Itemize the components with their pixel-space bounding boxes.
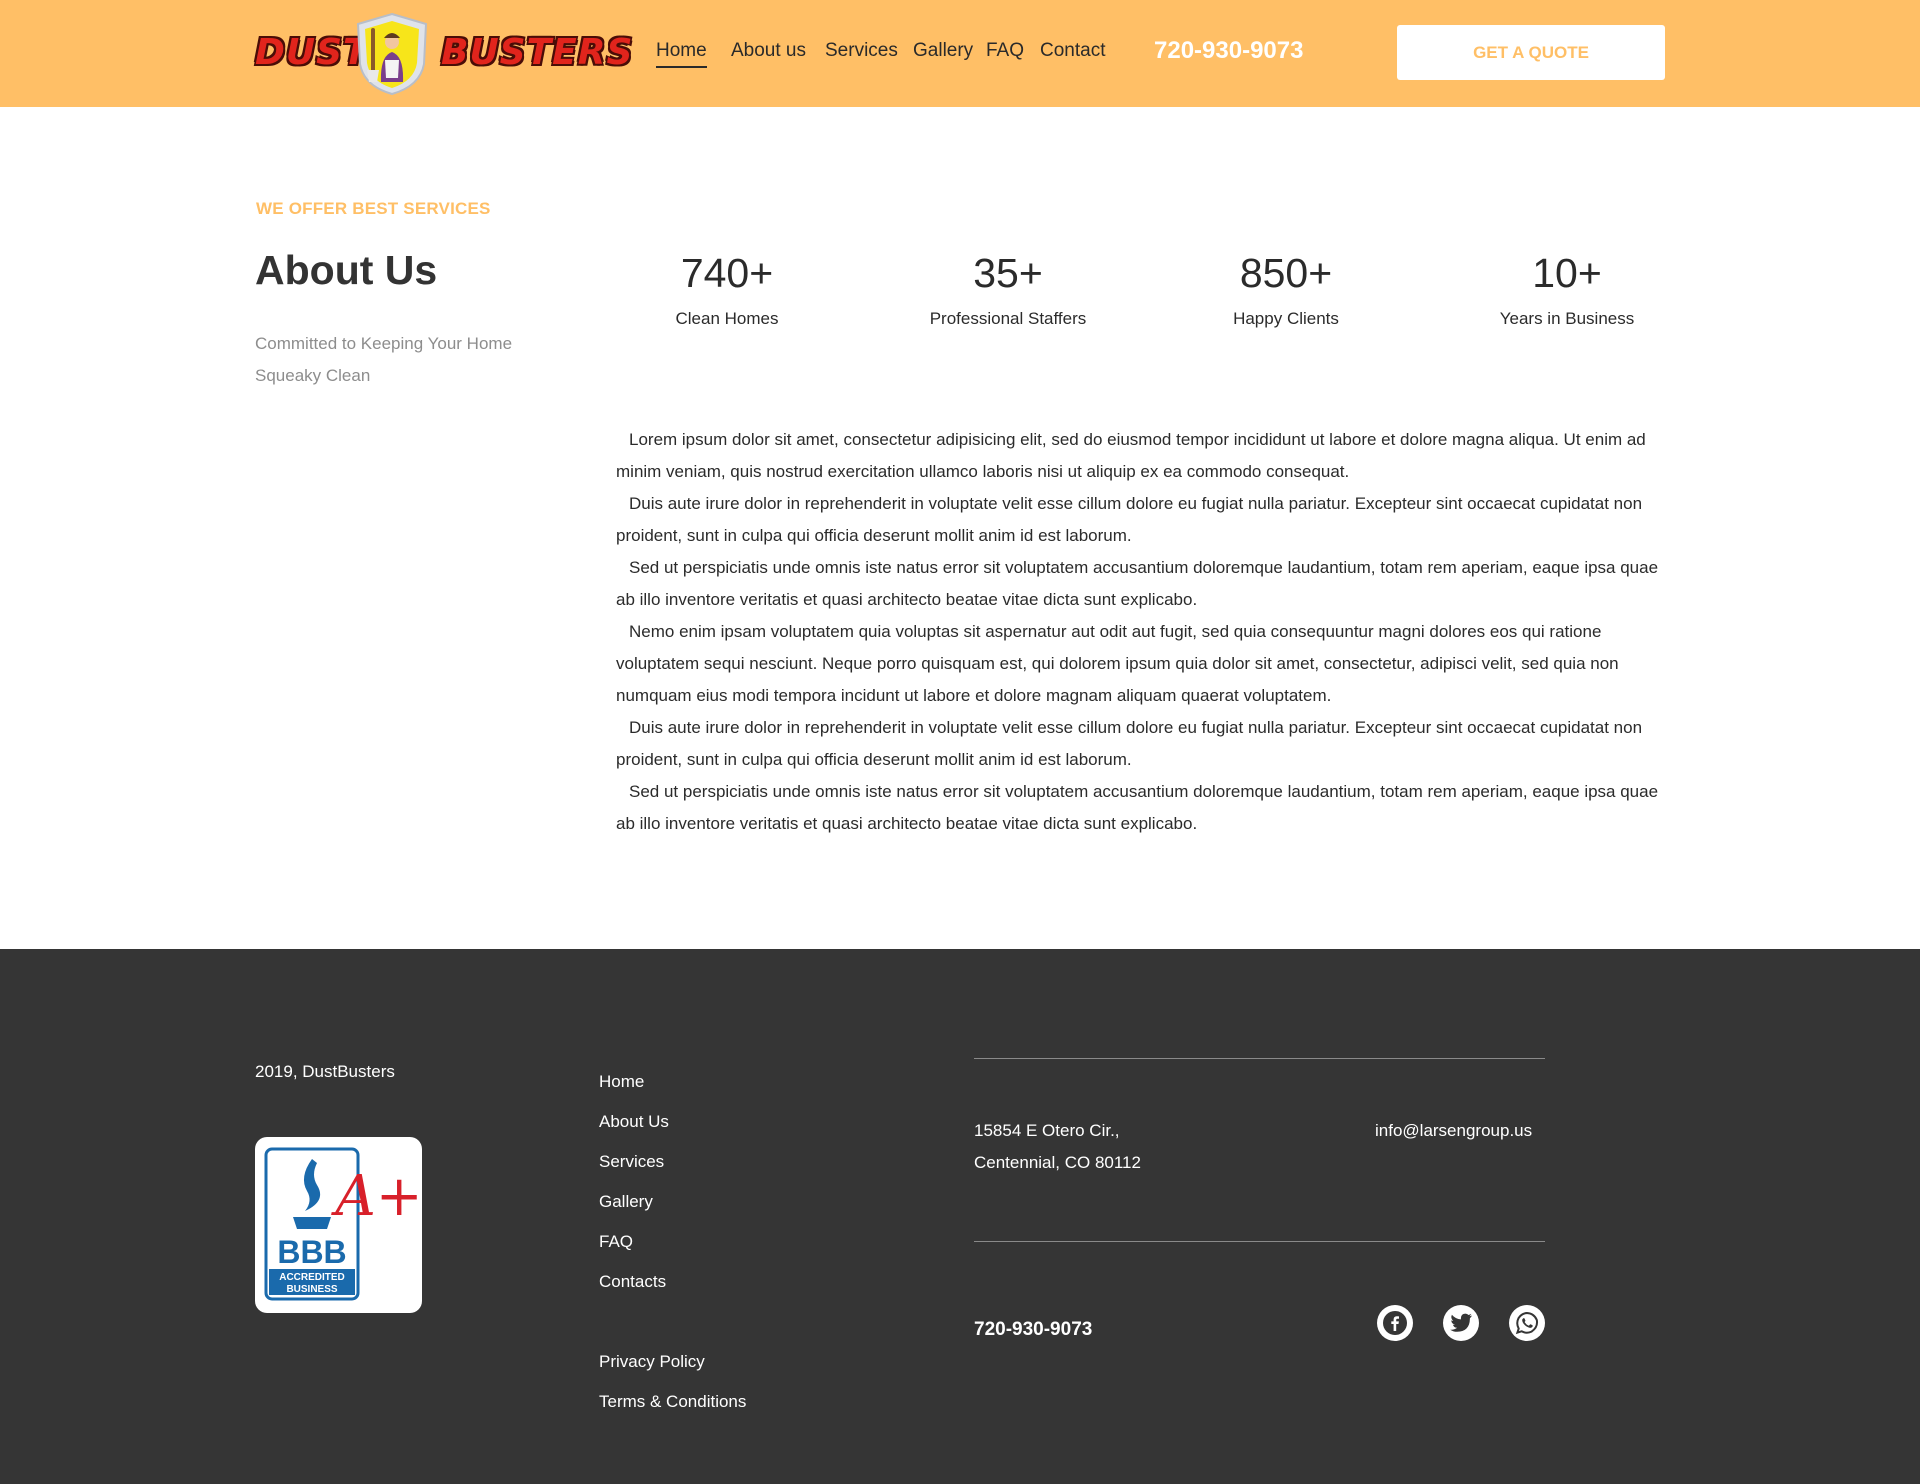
- stat-label: Clean Homes: [675, 309, 779, 328]
- terms-conditions-link[interactable]: Terms & Conditions: [599, 1382, 746, 1422]
- site-footer: 2019, DustBusters BBB ACCREDITED BUSINES…: [0, 949, 1920, 1484]
- footer-phone-link[interactable]: 720-930-9073: [974, 1319, 1092, 1341]
- stat-label: Years in Business: [1499, 309, 1635, 328]
- nav-home[interactable]: Home: [656, 40, 707, 68]
- bbb-logo-icon: BBB ACCREDITED BUSINESS A+: [264, 1147, 423, 1301]
- nav-faq[interactable]: FAQ: [986, 40, 1024, 62]
- header-phone-link[interactable]: 720-930-9073: [1154, 37, 1303, 65]
- footer-nav: Home About Us Services Gallery FAQ Conta…: [599, 1062, 669, 1302]
- address-line: Centennial, CO 80112: [974, 1153, 1141, 1172]
- footer-email-link[interactable]: info@larsengroup.us: [1375, 1115, 1532, 1147]
- maid-mascot-icon: [356, 12, 428, 96]
- whatsapp-icon[interactable]: [1509, 1305, 1545, 1341]
- bbb-name: BBB: [277, 1234, 346, 1270]
- nav-contact[interactable]: Contact: [1040, 40, 1105, 62]
- footer-link-contacts[interactable]: Contacts: [599, 1262, 669, 1302]
- about-paragraph: Sed ut perspiciatis unde omnis iste natu…: [616, 558, 1659, 609]
- nav-about-us[interactable]: About us: [731, 40, 806, 62]
- footer-divider: [974, 1241, 1545, 1242]
- bbb-line2: BUSINESS: [286, 1284, 337, 1295]
- footer-link-faq[interactable]: FAQ: [599, 1222, 669, 1262]
- stat-happy-clients: 850+ Happy Clients: [1156, 247, 1416, 329]
- footer-link-about-us[interactable]: About Us: [599, 1102, 669, 1142]
- section-eyebrow: WE OFFER BEST SERVICES: [256, 199, 491, 218]
- about-paragraph: Nemo enim ipsam voluptatem quia voluptas…: [616, 622, 1619, 705]
- about-title: About Us: [255, 247, 438, 293]
- about-paragraph: Sed ut perspiciatis unde omnis iste natu…: [616, 782, 1659, 833]
- get-a-quote-button[interactable]: GET A QUOTE: [1397, 25, 1665, 80]
- bbb-accredited-badge[interactable]: BBB ACCREDITED BUSINESS A+: [255, 1137, 423, 1313]
- facebook-icon[interactable]: [1377, 1305, 1413, 1341]
- about-paragraph: Duis aute irure dolor in reprehenderit i…: [616, 718, 1643, 769]
- about-paragraph: Lorem ipsum dolor sit amet, consectetur …: [616, 430, 1646, 481]
- stat-years-in-business: 10+ Years in Business: [1437, 247, 1697, 329]
- privacy-policy-link[interactable]: Privacy Policy: [599, 1342, 746, 1382]
- logo[interactable]: DUST BUSTERS: [255, 12, 632, 96]
- stat-label: Professional Staffers: [929, 309, 1087, 328]
- site-header: DUST BUSTERS Home About us Services Gall…: [0, 0, 1920, 107]
- bbb-line1: ACCREDITED: [279, 1272, 345, 1283]
- stat-clean-homes: 740+ Clean Homes: [597, 247, 857, 329]
- stat-label: Happy Clients: [1233, 309, 1339, 328]
- about-subtitle: Committed to Keeping Your Home Squeaky C…: [255, 334, 513, 385]
- nav-gallery[interactable]: Gallery: [913, 40, 973, 62]
- footer-link-gallery[interactable]: Gallery: [599, 1182, 669, 1222]
- stat-value: 10+: [1532, 250, 1602, 296]
- copyright: 2019, DustBusters: [255, 1062, 395, 1081]
- footer-link-services[interactable]: Services: [599, 1142, 669, 1182]
- nav-services[interactable]: Services: [825, 40, 898, 62]
- footer-legal-nav: Privacy Policy Terms & Conditions: [599, 1342, 746, 1422]
- about-paragraph: Duis aute irure dolor in reprehenderit i…: [616, 494, 1643, 545]
- stat-value: 740+: [680, 250, 774, 296]
- stat-professional-staffers: 35+ Professional Staffers: [878, 247, 1138, 329]
- stat-value: 850+: [1239, 250, 1333, 296]
- stat-value: 35+: [973, 250, 1043, 296]
- footer-link-home[interactable]: Home: [599, 1062, 669, 1102]
- address-line: 15854 E Otero Cir.,: [974, 1121, 1120, 1140]
- bbb-grade: A+: [330, 1164, 422, 1229]
- twitter-icon[interactable]: [1443, 1305, 1479, 1341]
- about-body: Lorem ipsum dolor sit amet, consectetur …: [616, 424, 1666, 840]
- footer-address: 15854 E Otero Cir., Centennial, CO 80112: [974, 1115, 1141, 1179]
- logo-text-busters: BUSTERS: [441, 32, 634, 73]
- footer-divider: [974, 1058, 1545, 1059]
- logo-text-dust: DUST: [255, 32, 369, 73]
